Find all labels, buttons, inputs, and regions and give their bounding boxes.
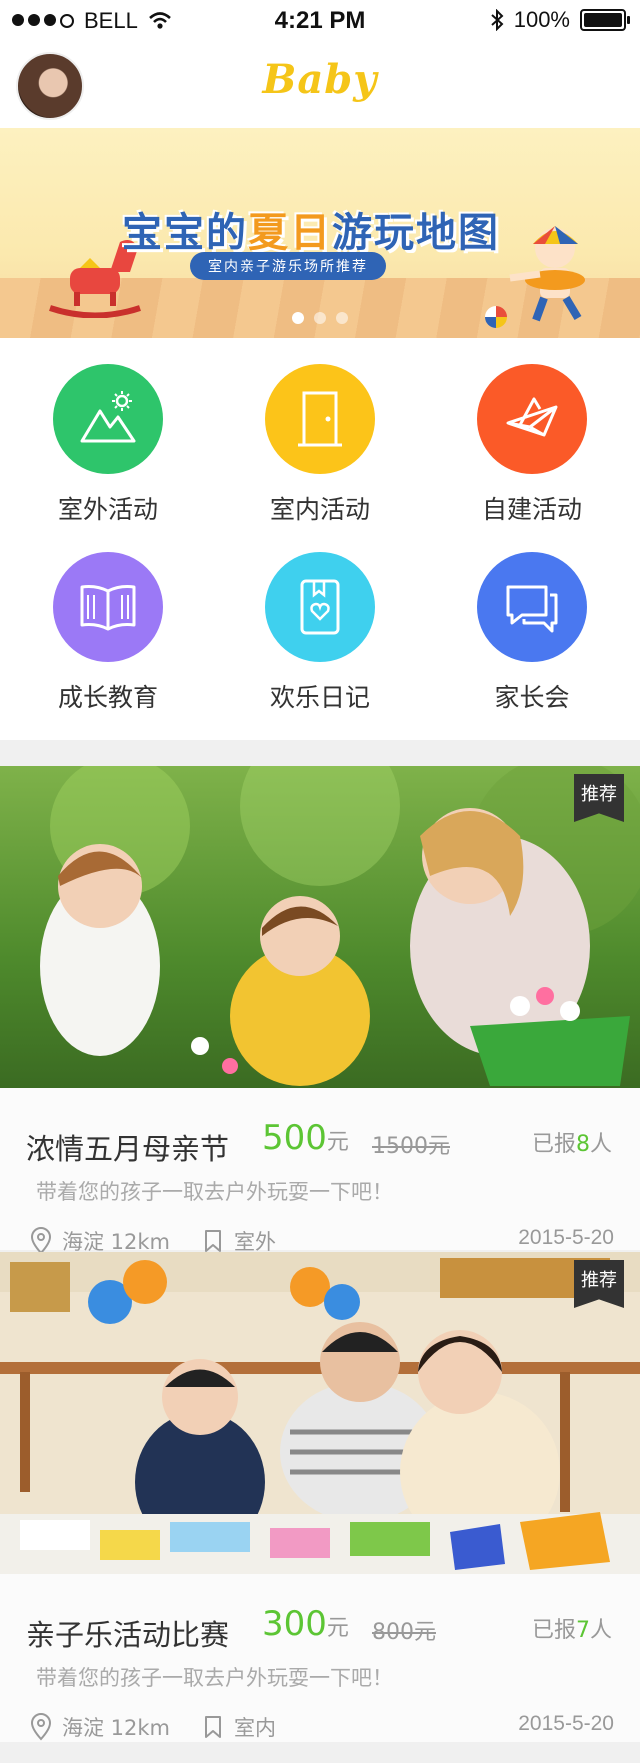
category-label: 室内活动	[269, 495, 370, 524]
banner-title: 宝宝的夏日游玩地图	[122, 210, 500, 256]
door-icon	[298, 391, 342, 447]
activity-title: 亲子乐活动比赛	[26, 1618, 230, 1652]
category-grid: 室外活动 室内活动 自建活动 成长教育 欢乐日记 家长会	[0, 338, 640, 740]
activity-date: 2015-5-20	[518, 1226, 614, 1249]
activity-price: 500元	[262, 1118, 349, 1158]
pager-dot[interactable]	[336, 312, 348, 324]
activity-card[interactable]: 推荐 浓情五月母亲节 500元 1500元 已报8人 带着您的孩子一取去户外玩耍…	[0, 766, 640, 1255]
original-price: 1500元	[372, 1134, 450, 1159]
chat-bubbles-icon	[506, 585, 558, 633]
activity-title: 浓情五月母亲节	[26, 1132, 230, 1166]
banner-pager[interactable]	[0, 312, 640, 324]
category-label: 自建活动	[481, 495, 582, 524]
open-book-icon	[80, 585, 136, 631]
category-custom[interactable]: 自建活动	[452, 364, 612, 526]
joined-count: 已报8人	[531, 1132, 612, 1157]
category-parents-meeting[interactable]: 家长会	[452, 552, 612, 714]
category-label: 家长会	[494, 683, 570, 712]
app-logo: Baby	[262, 56, 378, 103]
banner-subtitle: 室内亲子游乐场所推荐	[190, 252, 386, 280]
category-label: 室外活动	[57, 495, 158, 524]
original-price: 800元	[372, 1620, 436, 1645]
category-indoor[interactable]: 室内活动	[240, 364, 400, 526]
category-label: 欢乐日记	[269, 683, 370, 712]
activity-date: 2015-5-20	[518, 1712, 614, 1735]
status-bar: BELL 4:21 PM 100%	[0, 0, 640, 42]
bookmark-icon	[205, 1230, 222, 1252]
category-outdoor[interactable]: 室外活动	[28, 364, 188, 526]
bookmark-icon	[205, 1716, 222, 1738]
pager-dot[interactable]	[314, 312, 326, 324]
activity-price: 300元	[262, 1604, 349, 1644]
activity-type: 室内	[234, 1716, 277, 1740]
pager-dot[interactable]	[292, 312, 304, 324]
origami-swan-icon	[506, 397, 558, 437]
battery-percent: 100%	[513, 7, 570, 32]
location-pin-icon	[30, 1713, 52, 1741]
activity-location: 海淀 12km	[62, 1716, 171, 1740]
activity-photo	[0, 766, 640, 1088]
category-education[interactable]: 成长教育	[28, 552, 188, 714]
activity-card[interactable]: 推荐 亲子乐活动比赛 300元 800元 已报7人 带着您的孩子一取去户外玩耍一…	[0, 1252, 640, 1742]
battery-icon	[580, 9, 630, 31]
activity-meta: 海淀 12km 室内	[30, 1712, 276, 1742]
location-pin-icon	[30, 1227, 52, 1255]
bluetooth-icon	[491, 9, 504, 31]
app-screen: BELL 4:21 PM 100% Baby 宝宝的夏日游玩地图 室内亲子游乐场…	[0, 0, 640, 1763]
app-header: Baby	[0, 42, 640, 129]
category-label: 成长教育	[57, 683, 158, 712]
mountain-sun-icon	[80, 391, 136, 443]
promo-banner[interactable]: 宝宝的夏日游玩地图 室内亲子游乐场所推荐	[0, 128, 640, 338]
activity-description: 带着您的孩子一取去户外玩耍一下吧！	[36, 1666, 393, 1690]
activity-description: 带着您的孩子一取去户外玩耍一下吧！	[36, 1180, 393, 1204]
activity-photo	[0, 1252, 640, 1574]
joined-count: 已报7人	[531, 1618, 612, 1643]
diary-heart-icon	[300, 579, 340, 635]
category-diary[interactable]: 欢乐日记	[240, 552, 400, 714]
